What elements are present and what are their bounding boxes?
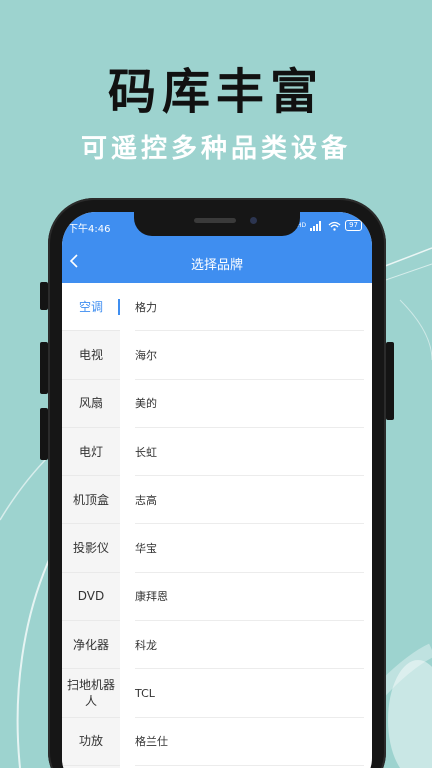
speaker-grille [194, 218, 236, 223]
brand-item-midea[interactable]: 美的 [135, 380, 364, 428]
sidebar-item-light[interactable]: 电灯 [62, 428, 120, 477]
phone-screen: 下午4:46 HD 97 选择品牌 空调 电视 风扇 电灯 机顶盒 投影仪 DV… [62, 212, 372, 768]
brand-item-galanz[interactable]: 格兰仕 [135, 718, 364, 766]
brand-item-haier[interactable]: 海尔 [135, 331, 364, 380]
sidebar-item-fan[interactable]: 风扇 [62, 380, 120, 428]
brand-item-gree[interactable]: 格力 [135, 283, 364, 332]
brand-item-huabao[interactable]: 华宝 [135, 524, 364, 573]
promo-headline: 码库丰富 [107, 64, 324, 120]
brand-item-tcl[interactable]: TCL [135, 669, 364, 718]
brand-list: 格力 海尔 美的 长虹 志高 华宝 康拜恩 科龙 TCL 格兰仕 [120, 283, 372, 766]
signal-icon [310, 220, 322, 231]
app-header: 下午4:46 HD 97 选择品牌 [62, 212, 372, 283]
brand-item-kelon[interactable]: 科龙 [135, 621, 364, 670]
sidebar-item-dvd[interactable]: DVD [62, 573, 120, 622]
sidebar-item-projector[interactable]: 投影仪 [62, 524, 120, 573]
phone-power-button [386, 342, 394, 420]
sidebar-item-air-conditioner[interactable]: 空调 [62, 283, 120, 332]
wifi-icon [328, 221, 341, 231]
status-time: 下午4:46 [68, 224, 111, 235]
sidebar-item-robot-vacuum[interactable]: 扫地机器人 [62, 669, 120, 718]
phone-mute-switch [40, 282, 48, 310]
sidebar-item-set-top-box[interactable]: 机顶盒 [62, 476, 120, 525]
sidebar-item-purifier[interactable]: 净化器 [62, 621, 120, 670]
battery-indicator: 97 [345, 220, 362, 231]
front-camera [250, 217, 257, 224]
page-title: 选择品牌 [190, 258, 243, 273]
phone-notch [134, 212, 300, 236]
category-sidebar: 空调 电视 风扇 电灯 机顶盒 投影仪 DVD 净化器 扫地机器人 功放 [62, 283, 120, 768]
brand-item-kangbaien[interactable]: 康拜恩 [135, 573, 364, 622]
promo-subline: 可遥控多种品类设备 [80, 134, 351, 164]
brand-item-chigo[interactable]: 志高 [135, 476, 364, 525]
phone-volume-down-button [40, 408, 48, 460]
phone-volume-up-button [40, 342, 48, 394]
brand-item-changhong[interactable]: 长虹 [135, 428, 364, 477]
status-icons: HD 97 [297, 220, 362, 231]
sidebar-item-tv[interactable]: 电视 [62, 331, 120, 380]
sidebar-item-amplifier[interactable]: 功放 [62, 718, 120, 766]
